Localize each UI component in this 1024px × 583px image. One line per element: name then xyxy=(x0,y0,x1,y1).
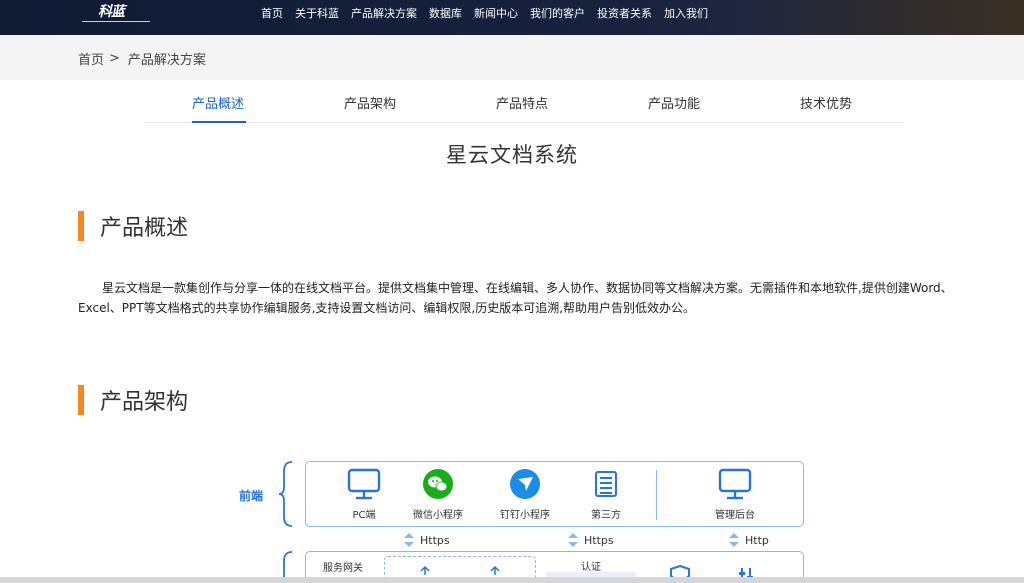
nav-item-investors[interactable]: 投资者关系 xyxy=(591,5,658,23)
tab-functions[interactable]: 产品功能 xyxy=(648,93,700,112)
top-nav-bar: 科蓝 首页 关于科蓝 产品解决方案 数据库 新闻中心 我们的客户 投资者关系 加… xyxy=(0,0,1024,35)
company-logo[interactable]: 科蓝 xyxy=(82,0,150,22)
overview-paragraph: 星云文档是一款集创作与分享一体的在线文档平台。提供文档集中管理、在线编辑、多人协… xyxy=(78,281,953,315)
nav-item-solutions[interactable]: 产品解决方案 xyxy=(345,5,423,23)
breadcrumb-home[interactable]: 首页 xyxy=(78,49,104,68)
protocol-label: Https xyxy=(420,533,450,547)
frontend-item-label: 管理后台 xyxy=(715,510,755,521)
gateway-label: 服务网关 xyxy=(323,563,363,574)
tab-features[interactable]: 产品特点 xyxy=(496,93,548,112)
frontend-box: PC端 微信小程序 钉钉小程序 第三方 管理后台 xyxy=(305,461,804,527)
frontend-item-admin: 管理后台 xyxy=(690,468,780,521)
wechat-icon xyxy=(423,469,453,499)
bidirectional-arrow-icon xyxy=(729,533,739,547)
protocol-https-2: Https xyxy=(567,532,614,548)
tab-overview[interactable]: 产品概述 xyxy=(192,93,244,112)
architecture-diagram: 前端 PC端 微信小程序 钉钉小程序 第三方 管理后台 Https Https … xyxy=(230,455,820,583)
dingtalk-icon xyxy=(510,469,540,499)
auth-label: 认证 xyxy=(581,562,601,573)
bidirectional-arrow-icon xyxy=(568,533,578,547)
architecture-section-heading: 产品架构 xyxy=(78,384,188,416)
frontend-item-label: 微信小程序 xyxy=(413,510,463,521)
nav-item-join-us[interactable]: 加入我们 xyxy=(658,5,714,23)
nav-item-news[interactable]: 新闻中心 xyxy=(468,5,524,23)
protocol-https-1: Https xyxy=(403,532,450,548)
page-title: 星云文档系统 xyxy=(446,143,578,167)
overview-heading-text: 产品概述 xyxy=(100,216,189,241)
protocol-http: Http xyxy=(728,532,769,548)
protocol-label: Http xyxy=(745,533,769,547)
nav-item-home[interactable]: 首页 xyxy=(255,5,289,23)
main-nav: 首页 关于科蓝 产品解决方案 数据库 新闻中心 我们的客户 投资者关系 加入我们 xyxy=(255,5,714,23)
section-tabs: 产品概述 产品架构 产品特点 产品功能 技术优势 xyxy=(145,80,903,123)
bidirectional-arrow-icon xyxy=(404,533,414,547)
frontend-item-wechat: 微信小程序 xyxy=(393,468,483,521)
frontend-brace-icon xyxy=(278,461,293,527)
monitor-icon xyxy=(718,468,752,500)
frontend-label: 前端 xyxy=(239,489,264,503)
frontend-item-label: 第三方 xyxy=(591,510,621,521)
horizontal-scrollbar[interactable] xyxy=(0,577,1024,583)
document-list-icon xyxy=(595,471,617,497)
active-tab-indicator xyxy=(192,121,246,123)
architecture-heading-text: 产品架构 xyxy=(100,390,189,415)
nav-item-database[interactable]: 数据库 xyxy=(423,5,468,23)
nav-item-customers[interactable]: 我们的客户 xyxy=(524,5,591,23)
frontend-item-dingtalk: 钉钉小程序 xyxy=(480,468,570,521)
monitor-icon xyxy=(347,468,381,500)
breadcrumb-separator: > xyxy=(109,51,120,66)
logo-text: 科蓝 xyxy=(98,4,125,20)
section-accent-bar xyxy=(78,211,84,241)
nav-item-about[interactable]: 关于科蓝 xyxy=(289,5,345,23)
breadcrumb-bar: 首页 > 产品解决方案 xyxy=(0,35,1024,80)
section-accent-bar xyxy=(78,385,84,415)
breadcrumb-current[interactable]: 产品解决方案 xyxy=(128,49,206,68)
frontend-item-third-party: 第三方 xyxy=(561,468,651,521)
frontend-divider xyxy=(656,470,657,520)
overview-section-heading: 产品概述 xyxy=(78,210,188,242)
frontend-item-label: 钉钉小程序 xyxy=(500,510,550,521)
protocol-label: Https xyxy=(584,533,614,547)
breadcrumb: 首页 > 产品解决方案 xyxy=(78,49,206,68)
tab-architecture[interactable]: 产品架构 xyxy=(344,93,396,112)
tab-tech-advantages[interactable]: 技术优势 xyxy=(800,93,852,112)
